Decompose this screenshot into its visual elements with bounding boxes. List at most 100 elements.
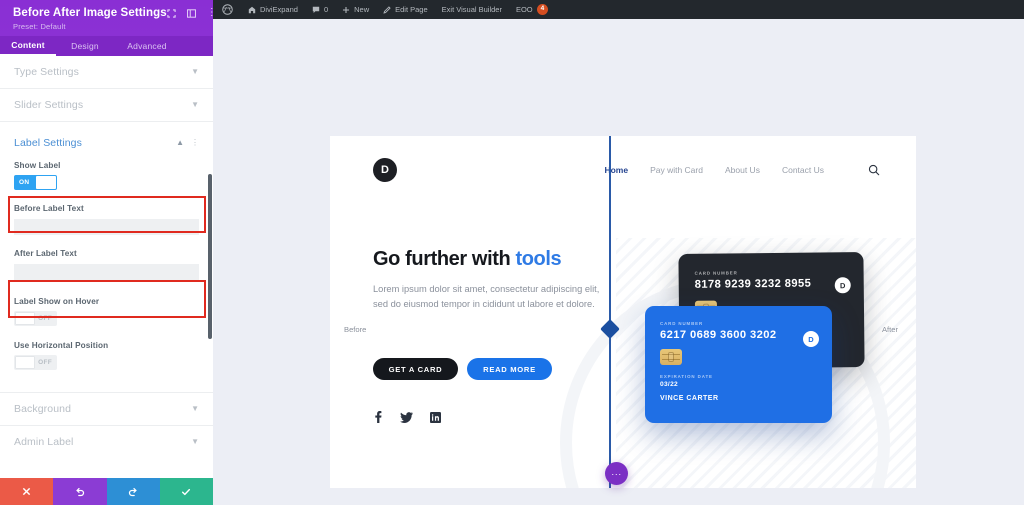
adminbar-edit-page[interactable]: Edit Page xyxy=(376,0,435,19)
use-horizontal-position-label: Use Horizontal Position xyxy=(14,341,109,350)
panel-preset[interactable]: Preset: Default xyxy=(13,22,203,31)
tab-content[interactable]: Content xyxy=(0,36,56,56)
show-label-toggle-value: ON xyxy=(19,179,30,186)
hero-buttons: GET A CARD READ MORE xyxy=(373,358,552,380)
blue-card-expiry-label: EXPIRATION DATE xyxy=(660,374,713,379)
adminbar-comments[interactable]: 0 xyxy=(305,0,335,19)
section-type-settings-label: Type Settings xyxy=(14,66,79,78)
wordpress-logo-icon xyxy=(222,4,233,15)
before-label-text-input[interactable] xyxy=(14,218,199,235)
use-horizontal-position-toggle-value: OFF xyxy=(38,359,52,366)
nav-link-pay-with-card[interactable]: Pay with Card xyxy=(650,165,703,175)
hero-heading: Go further with tools xyxy=(373,248,603,271)
show-label-toggle[interactable]: ON xyxy=(14,175,57,190)
adminbar-new-label: New xyxy=(354,5,370,14)
before-after-handle[interactable] xyxy=(600,319,620,339)
chevron-down-icon: ▼ xyxy=(191,100,199,109)
panel-title: Before After Image Settings xyxy=(13,7,167,19)
field-before-label-text: Before Label Text xyxy=(0,190,213,236)
panel-scrollbar[interactable] xyxy=(208,174,212,339)
blue-card-expiry: 03/22 xyxy=(660,381,679,388)
use-horizontal-position-toggle[interactable]: OFF xyxy=(14,355,57,370)
adminbar-new[interactable]: New xyxy=(335,0,376,19)
section-slider-settings[interactable]: Slider Settings ▼ xyxy=(0,89,213,122)
save-button[interactable] xyxy=(159,478,213,505)
after-label-text-label: After Label Text xyxy=(14,249,77,258)
pencil-icon xyxy=(383,5,391,14)
divi-settings-panel: Before After Image Settings ⋮ Preset: De… xyxy=(0,0,217,505)
before-after-divider xyxy=(609,136,611,488)
undo-button[interactable] xyxy=(53,478,107,505)
show-label-label: Show Label xyxy=(14,161,61,170)
section-background-label: Background xyxy=(14,403,72,415)
nav-link-contact-us[interactable]: Contact Us xyxy=(782,165,824,175)
wp-admin-bar: DiviExpand 0 New Edit Page Exit Visual B… xyxy=(213,0,1024,19)
dark-card-brand: D xyxy=(834,277,851,294)
panel-body: Type Settings ▼ Slider Settings ▼ Label … xyxy=(0,56,213,478)
adminbar-updates[interactable]: EOO 4 xyxy=(509,0,555,19)
hero-heading-main: Go further with xyxy=(373,248,516,270)
social-links xyxy=(373,411,441,423)
redo-button[interactable] xyxy=(106,478,160,505)
section-label-settings-label: Label Settings xyxy=(14,136,82,149)
after-label-text-input[interactable] xyxy=(14,263,199,280)
tab-advanced[interactable]: Advanced xyxy=(114,36,180,56)
toggle-knob xyxy=(15,312,35,325)
chevron-down-icon: ▼ xyxy=(191,67,199,76)
facebook-icon[interactable] xyxy=(373,411,383,423)
layout-icon[interactable] xyxy=(186,8,196,18)
chevron-down-icon: ▼ xyxy=(191,437,199,446)
get-a-card-button[interactable]: GET A CARD xyxy=(373,358,458,380)
site-nav: D Home Pay with Card About Us Contact Us xyxy=(330,136,916,204)
toggle-knob xyxy=(15,356,35,369)
home-icon xyxy=(248,6,256,14)
adminbar-edit-page-label: Edit Page xyxy=(395,5,428,14)
adminbar-site-name-label: DiviExpand xyxy=(260,5,298,14)
credit-card-blue: CARD NUMBER 6217 0689 3600 3202 EXPIRATI… xyxy=(645,306,832,423)
chevron-up-icon: ▲ xyxy=(176,137,184,147)
nav-link-about-us[interactable]: About Us xyxy=(725,165,760,175)
more-vertical-icon[interactable]: ⋮ xyxy=(191,138,199,147)
adminbar-exit-visual-builder[interactable]: Exit Visual Builder xyxy=(435,0,509,19)
section-type-settings[interactable]: Type Settings ▼ xyxy=(0,56,213,89)
adminbar-updates-label: EOO xyxy=(515,5,533,14)
section-admin-label[interactable]: Admin Label ▼ xyxy=(0,425,213,458)
label-show-on-hover-label: Label Show on Hover xyxy=(14,297,100,306)
cancel-button[interactable] xyxy=(0,478,54,505)
hero-heading-accent: tools xyxy=(515,248,562,270)
search-icon[interactable] xyxy=(868,164,880,176)
adminbar-comments-count: 0 xyxy=(323,5,329,14)
expand-icon[interactable] xyxy=(167,8,176,18)
tab-design[interactable]: Design xyxy=(56,36,114,56)
page-canvas: D Home Pay with Card About Us Contact Us xyxy=(213,19,1024,505)
blue-card-brand: D xyxy=(803,331,819,347)
chip-icon xyxy=(660,349,682,365)
site-logo[interactable]: D xyxy=(373,158,397,182)
hero-paragraph: Lorem ipsum dolor sit amet, consectetur … xyxy=(373,284,600,310)
nav-menu: Home Pay with Card About Us Contact Us xyxy=(604,164,880,176)
field-show-label: Show Label ON xyxy=(0,159,213,190)
more-vertical-icon[interactable]: ⋮ xyxy=(207,8,217,18)
hero-copy: Go further with tools Lorem ipsum dolor … xyxy=(373,248,603,312)
linkedin-icon[interactable] xyxy=(430,411,441,423)
panel-tabs: Content Design Advanced xyxy=(0,36,213,56)
twitter-icon[interactable] xyxy=(400,411,413,423)
nav-link-home[interactable]: Home xyxy=(604,165,628,175)
section-admin-label-label: Admin Label xyxy=(14,436,74,448)
label-show-on-hover-toggle[interactable]: OFF xyxy=(14,311,57,326)
adminbar-site-name[interactable]: DiviExpand xyxy=(241,0,305,19)
read-more-button[interactable]: READ MORE xyxy=(467,358,552,380)
dark-card-number-label: CARD NUMBER xyxy=(694,270,738,276)
panel-header: Before After Image Settings ⋮ Preset: De… xyxy=(0,0,217,36)
section-background[interactable]: Background ▼ xyxy=(0,392,213,425)
toggle-knob xyxy=(36,176,56,189)
adminbar-updates-badge: 4 xyxy=(536,4,549,15)
blue-card-holder: VINCE CARTER xyxy=(660,395,719,402)
panel-footer xyxy=(0,478,213,505)
chevron-down-icon: ▼ xyxy=(191,404,199,413)
section-slider-settings-label: Slider Settings xyxy=(14,99,84,111)
divi-toolbar-button[interactable]: ··· xyxy=(605,462,628,485)
comment-icon xyxy=(312,6,320,14)
section-label-settings[interactable]: Label Settings ▲ ⋮ xyxy=(0,126,213,159)
field-label-show-on-hover: Label Show on Hover OFF xyxy=(0,281,213,326)
